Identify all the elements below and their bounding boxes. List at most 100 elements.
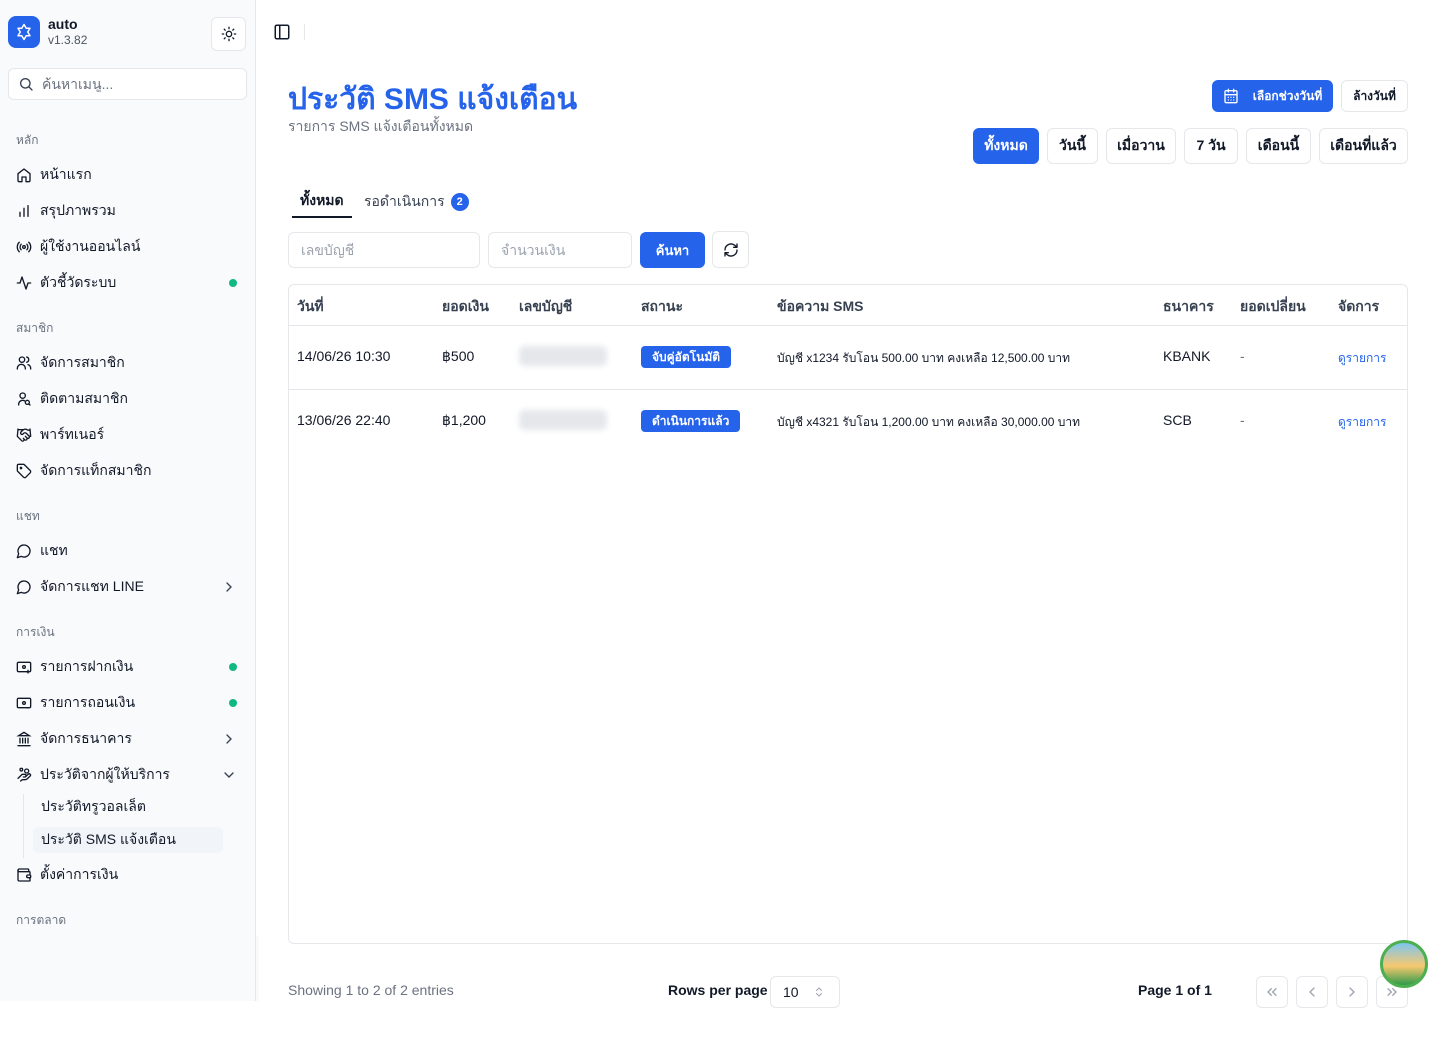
- quick-filter-last-month[interactable]: เดือนที่แล้ว: [1319, 128, 1408, 164]
- column-header-sms: ข้อความ SMS: [777, 298, 864, 314]
- menu-search[interactable]: [8, 68, 247, 100]
- sidebar-item-label: จัดการแท็กสมาชิก: [40, 462, 152, 478]
- page-subtitle: รายการ SMS แจ้งเตือนทั้งหมด: [288, 118, 474, 134]
- sidebar-item-label: สรุปภาพรวม: [40, 202, 116, 218]
- sidebar-item-partners[interactable]: พาร์ทเนอร์: [8, 419, 247, 451]
- topbar-separator: [304, 24, 305, 40]
- tab-pending[interactable]: รอดำเนินการ 2: [364, 186, 469, 218]
- next-page-button[interactable]: [1336, 976, 1368, 1008]
- deposit-icon: [16, 659, 32, 675]
- amount-input[interactable]: [488, 232, 632, 268]
- sidebar-item-label: รายการฝากเงิน: [40, 658, 134, 674]
- cell-amount: ฿1,200: [442, 412, 486, 428]
- sidebar-item-label: ผู้ใช้งานออนไลน์: [40, 238, 141, 254]
- menu-search-input[interactable]: [42, 76, 232, 92]
- date-range-button[interactable]: เลือกช่วงวันที่: [1212, 80, 1333, 112]
- sidebar-item-finance-settings[interactable]: ตั้งค่าการเงิน: [8, 859, 247, 891]
- previous-page-button[interactable]: [1296, 976, 1328, 1008]
- first-page-button[interactable]: [1256, 976, 1288, 1008]
- sidebar-item-member-tags[interactable]: จัดการแท็กสมาชิก: [8, 455, 247, 487]
- tab-label: ทั้งหมด: [300, 192, 344, 208]
- nav-group-label: หลัก: [16, 133, 39, 147]
- rows-per-page-value: 10: [783, 984, 799, 1000]
- status-dot: [229, 699, 237, 707]
- account-number-input[interactable]: [288, 232, 480, 268]
- sidebar-item-track-members[interactable]: ติดตามสมาชิก: [8, 383, 247, 415]
- sidebar-item-label: จัดการธนาคาร: [40, 730, 132, 746]
- sidebar-item-withdrawals[interactable]: รายการถอนเงิน: [8, 687, 247, 719]
- quick-filter-today[interactable]: วันนี้: [1047, 128, 1098, 164]
- nav-group-label: การเงิน: [16, 625, 55, 639]
- sms-table: วันที่ ยอดเงิน เลขบัญชี สถานะ ข้อความ SM…: [288, 284, 1408, 944]
- floating-chat-avatar[interactable]: [1380, 940, 1428, 988]
- sidebar-toggle-button[interactable]: [272, 22, 292, 42]
- sidebar-item-label: จัดการแชท LINE: [40, 578, 144, 594]
- sidebar-item-label: แชท: [40, 542, 68, 558]
- cell-sms: บัญชี x4321 รับโอน 1,200.00 บาท คงเหลือ …: [777, 415, 1081, 429]
- nav-group-label: แชท: [16, 509, 40, 523]
- handshake-icon: [16, 427, 32, 443]
- sidebar-item-label: ตัวชี้วัดระบบ: [40, 274, 117, 290]
- tag-icon: [16, 463, 32, 479]
- chevron-right-icon: [1349, 987, 1355, 997]
- quick-filter-yesterday[interactable]: เมื่อวาน: [1106, 128, 1176, 164]
- entries-summary: Showing 1 to 2 of 2 entries: [288, 982, 454, 998]
- date-range-label: เลือกช่วงวันที่: [1252, 88, 1323, 103]
- hand-coins-icon: [16, 767, 32, 783]
- sidebar-item-manage-members[interactable]: จัดการสมาชิก: [8, 347, 247, 379]
- brand[interactable]: auto v1.3.82: [8, 16, 87, 48]
- tab-all[interactable]: ทั้งหมด: [292, 186, 352, 218]
- sidebar-item-label: ติดตามสมาชิก: [40, 390, 128, 406]
- rows-per-page-select[interactable]: 10: [770, 976, 840, 1008]
- column-header-bank: ธนาคาร: [1163, 298, 1214, 314]
- message-circle-icon: [16, 543, 32, 559]
- sidebar-item-label: หน้าแรก: [40, 166, 92, 182]
- sidebar-subitem-sms-history[interactable]: ประวัติ SMS แจ้งเตือน: [33, 827, 223, 853]
- refresh-button[interactable]: [712, 231, 749, 268]
- sidebar-item-online-users[interactable]: ผู้ใช้งานออนไลน์: [8, 231, 247, 263]
- search-icon: [20, 78, 33, 91]
- column-header-actions: จัดการ: [1338, 298, 1380, 314]
- cell-amount: ฿500: [442, 348, 475, 364]
- view-details-link[interactable]: ดูรายการ: [1338, 349, 1386, 368]
- quick-filter-7days[interactable]: 7 วัน: [1184, 128, 1238, 164]
- home-icon: [16, 167, 32, 183]
- search-button[interactable]: ค้นหา: [640, 232, 705, 268]
- column-header-amount: ยอดเงิน: [442, 298, 489, 314]
- sidebar-item-home[interactable]: หน้าแรก: [8, 159, 247, 191]
- chevron-left-icon: [1309, 987, 1315, 997]
- view-details-link[interactable]: ดูรายการ: [1338, 413, 1386, 432]
- brand-version: v1.3.82: [48, 33, 88, 47]
- bar-chart-icon: [16, 203, 32, 219]
- quick-filter-this-month[interactable]: เดือนนี้: [1246, 128, 1311, 164]
- theme-toggle-button[interactable]: [211, 17, 246, 51]
- table-row: 14/06/26 10:30 ฿500 จับคู่อัตโนมัติ บัญช…: [289, 325, 1407, 389]
- rows-per-page-label: Rows per page: [668, 982, 768, 998]
- sidebar-item-chat[interactable]: แชท: [8, 535, 247, 567]
- sidebar-item-overview[interactable]: สรุปภาพรวม: [8, 195, 247, 227]
- column-header-status: สถานะ: [641, 298, 683, 314]
- sidebar-item-banks[interactable]: จัดการธนาคาร: [8, 723, 247, 755]
- sidebar-item-label: รายการถอนเงิน: [40, 694, 136, 710]
- users-icon: [16, 355, 32, 371]
- sidebar-item-line-chat[interactable]: จัดการแชท LINE: [8, 571, 247, 603]
- sidebar-item-deposits[interactable]: รายการฝากเงิน: [8, 651, 247, 683]
- sidebar-subitem-truewallet-history[interactable]: ประวัติทรูวอลเล็ต: [33, 794, 223, 820]
- submenu-guide-line: [23, 794, 24, 858]
- sidebar-item-provider-history[interactable]: ประวัติจากผู้ให้บริการ: [8, 759, 247, 791]
- cell-change: -: [1240, 412, 1245, 428]
- sun-icon: [221, 26, 236, 42]
- clear-date-button[interactable]: ล้างวันที่: [1341, 80, 1408, 112]
- table-row: 13/06/26 22:40 ฿1,200 ดำเนินการแล้ว บัญช…: [289, 389, 1407, 453]
- quick-filter-all[interactable]: ทั้งหมด: [973, 128, 1039, 164]
- pending-count-badge: 2: [450, 193, 469, 211]
- chevrons-up-down-icon: [813, 985, 825, 1002]
- status-dot: [229, 279, 237, 287]
- sidebar-item-label: พาร์ทเนอร์: [40, 426, 105, 442]
- sidebar-item-system-metrics[interactable]: ตัวชี้วัดระบบ: [8, 267, 247, 299]
- radio-icon: [16, 239, 32, 255]
- cell-change: -: [1240, 348, 1245, 364]
- sidebar-edge: [256, 936, 259, 1001]
- brand-logo-icon: [8, 16, 40, 48]
- status-badge: ดำเนินการแล้ว: [641, 410, 741, 432]
